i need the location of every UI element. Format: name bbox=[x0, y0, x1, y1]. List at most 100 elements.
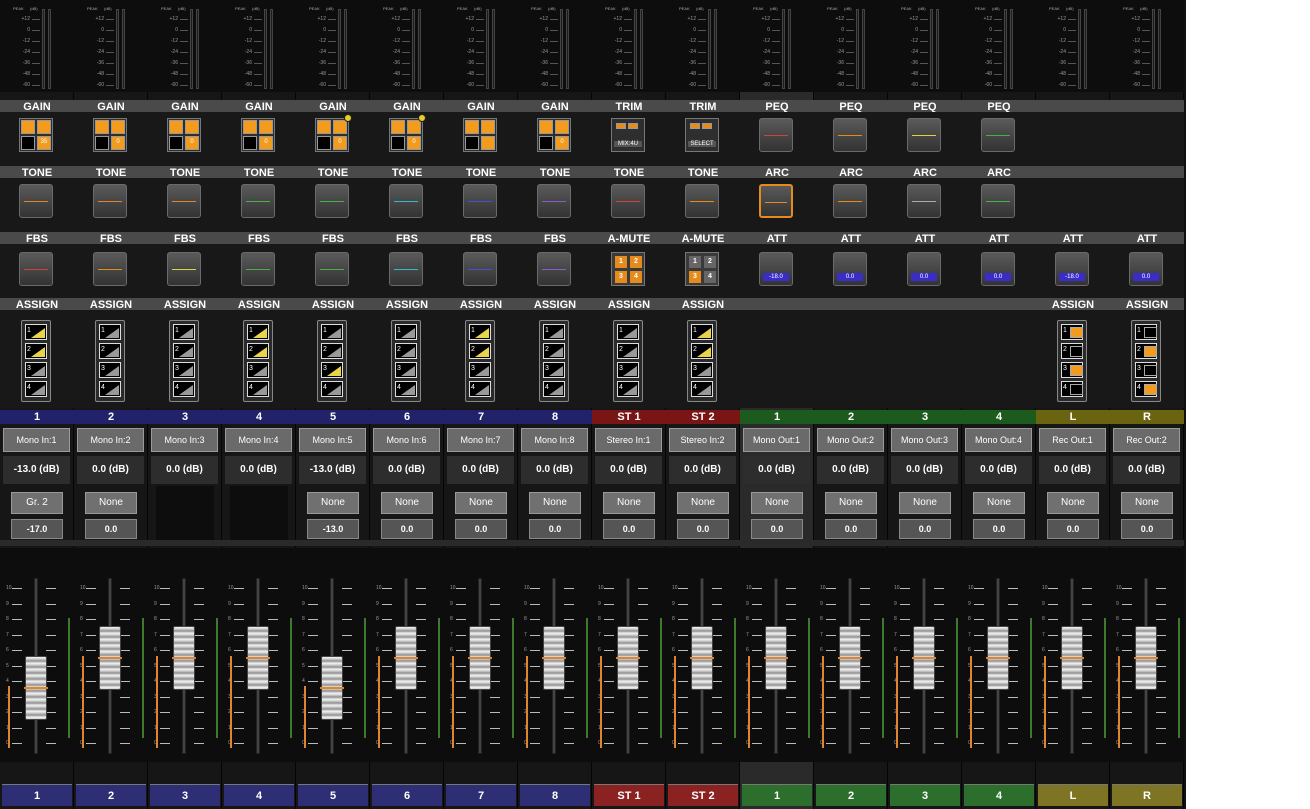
fader-knob[interactable] bbox=[24, 656, 48, 720]
channel-name-button[interactable]: Mono Out:2 bbox=[817, 428, 884, 452]
channel-select-button[interactable]: 1 bbox=[742, 784, 812, 806]
group-button[interactable]: None bbox=[825, 492, 877, 514]
channel-select-button[interactable]: ST 1 bbox=[594, 784, 664, 806]
group-button[interactable]: None bbox=[677, 492, 729, 514]
tone-button[interactable] bbox=[241, 184, 275, 218]
channel-select-button[interactable]: 2 bbox=[76, 784, 146, 806]
channel-name-button[interactable]: Mono In:2 bbox=[77, 428, 144, 452]
assign-button[interactable]: 1 2 3 4 bbox=[1131, 320, 1161, 402]
group-button[interactable]: None bbox=[455, 492, 507, 514]
fader-knob[interactable] bbox=[616, 626, 640, 690]
fader-knob[interactable] bbox=[468, 626, 492, 690]
peq-button[interactable] bbox=[907, 118, 941, 152]
channel-name-button[interactable]: Stereo In:2 bbox=[669, 428, 736, 452]
fbs-button[interactable] bbox=[537, 252, 571, 286]
fbs-button[interactable] bbox=[19, 252, 53, 286]
tone-button[interactable] bbox=[463, 184, 497, 218]
peq-button[interactable] bbox=[759, 118, 793, 152]
pan-value[interactable]: 0.0 bbox=[603, 519, 655, 539]
assign-button[interactable]: 1 2 3 4 bbox=[391, 320, 421, 402]
fader-knob[interactable] bbox=[1060, 626, 1084, 690]
fader-knob[interactable] bbox=[394, 626, 418, 690]
channel-name-button[interactable]: Rec Out:1 bbox=[1039, 428, 1106, 452]
tone-button[interactable] bbox=[19, 184, 53, 218]
fbs-button[interactable] bbox=[241, 252, 275, 286]
pan-value[interactable]: 0.0 bbox=[381, 519, 433, 539]
gain-button[interactable]: 0 bbox=[93, 118, 127, 152]
fbs-button[interactable] bbox=[167, 252, 201, 286]
channel-name-button[interactable]: Mono In:5 bbox=[299, 428, 366, 452]
channel-name-button[interactable]: Mono In:8 bbox=[521, 428, 588, 452]
fader-knob[interactable] bbox=[542, 626, 566, 690]
group-button[interactable]: None bbox=[85, 492, 137, 514]
channel-select-button[interactable]: 3 bbox=[890, 784, 960, 806]
tone-button[interactable] bbox=[537, 184, 571, 218]
tone-button[interactable] bbox=[685, 184, 719, 218]
group-button[interactable]: None bbox=[899, 492, 951, 514]
group-button[interactable]: None bbox=[307, 492, 359, 514]
channel-select-button[interactable]: 5 bbox=[298, 784, 368, 806]
fader-knob[interactable] bbox=[764, 626, 788, 690]
tone-button[interactable] bbox=[389, 184, 423, 218]
channel-name-button[interactable]: Mono Out:4 bbox=[965, 428, 1032, 452]
attenuator-button[interactable]: 0.0 bbox=[833, 252, 867, 286]
attenuator-button[interactable]: -18.0 bbox=[1055, 252, 1089, 286]
pan-value[interactable]: 0.0 bbox=[455, 519, 507, 539]
channel-name-button[interactable]: Mono In:7 bbox=[447, 428, 514, 452]
fader-knob[interactable] bbox=[246, 626, 270, 690]
attenuator-button[interactable]: 0.0 bbox=[1129, 252, 1163, 286]
channel-select-button[interactable]: 6 bbox=[372, 784, 442, 806]
fbs-button[interactable] bbox=[315, 252, 349, 286]
gain-button[interactable]: 0 bbox=[315, 118, 349, 152]
assign-button[interactable]: 1 2 3 4 bbox=[243, 320, 273, 402]
fader-knob[interactable] bbox=[912, 626, 936, 690]
pan-value[interactable]: 0.0 bbox=[973, 519, 1025, 539]
attenuator-button[interactable]: 0.0 bbox=[981, 252, 1015, 286]
channel-name-button[interactable]: Rec Out:2 bbox=[1113, 428, 1180, 452]
channel-select-button[interactable]: L bbox=[1038, 784, 1108, 806]
fader-knob[interactable] bbox=[98, 626, 122, 690]
tone-button[interactable] bbox=[315, 184, 349, 218]
arc-button[interactable] bbox=[907, 184, 941, 218]
pan-value[interactable]: 0.0 bbox=[1047, 519, 1099, 539]
pan-value[interactable]: -13.0 bbox=[307, 519, 359, 539]
group-button[interactable]: None bbox=[603, 492, 655, 514]
attenuator-button[interactable]: 0.0 bbox=[907, 252, 941, 286]
tone-button[interactable] bbox=[93, 184, 127, 218]
assign-button[interactable]: 1 2 3 4 bbox=[687, 320, 717, 402]
fader-knob[interactable] bbox=[986, 626, 1010, 690]
gain-button[interactable]: 0 bbox=[241, 118, 275, 152]
channel-name-button[interactable]: Mono In:6 bbox=[373, 428, 440, 452]
fader-knob[interactable] bbox=[1134, 626, 1158, 690]
arc-button[interactable] bbox=[759, 184, 793, 218]
tone-button[interactable] bbox=[611, 184, 645, 218]
assign-button[interactable]: 1 2 3 4 bbox=[613, 320, 643, 402]
pan-value[interactable]: 0.0 bbox=[899, 519, 951, 539]
peq-button[interactable] bbox=[833, 118, 867, 152]
group-button[interactable]: None bbox=[529, 492, 581, 514]
channel-select-button[interactable]: R bbox=[1112, 784, 1182, 806]
channel-select-button[interactable]: 7 bbox=[446, 784, 516, 806]
peq-button[interactable] bbox=[981, 118, 1015, 152]
pan-value[interactable]: 0.0 bbox=[1121, 519, 1173, 539]
channel-select-button[interactable]: 4 bbox=[224, 784, 294, 806]
arc-button[interactable] bbox=[833, 184, 867, 218]
pan-value[interactable]: 0.0 bbox=[85, 519, 137, 539]
channel-select-button[interactable]: 8 bbox=[520, 784, 590, 806]
fader-knob[interactable] bbox=[838, 626, 862, 690]
group-button[interactable]: None bbox=[1121, 492, 1173, 514]
trim-button[interactable]: SELECT bbox=[685, 118, 719, 152]
channel-select-button[interactable]: 3 bbox=[150, 784, 220, 806]
fader-knob[interactable] bbox=[172, 626, 196, 690]
fbs-button[interactable] bbox=[389, 252, 423, 286]
group-button[interactable]: None bbox=[751, 492, 803, 514]
group-button[interactable]: None bbox=[973, 492, 1025, 514]
assign-button[interactable]: 1 2 3 4 bbox=[1057, 320, 1087, 402]
pan-value[interactable]: 0.0 bbox=[677, 519, 729, 539]
channel-name-button[interactable]: Mono In:4 bbox=[225, 428, 292, 452]
gain-button[interactable]: 0 bbox=[167, 118, 201, 152]
assign-button[interactable]: 1 2 3 4 bbox=[465, 320, 495, 402]
channel-select-button[interactable]: 1 bbox=[2, 784, 72, 806]
group-button[interactable]: None bbox=[1047, 492, 1099, 514]
channel-select-button[interactable]: ST 2 bbox=[668, 784, 738, 806]
